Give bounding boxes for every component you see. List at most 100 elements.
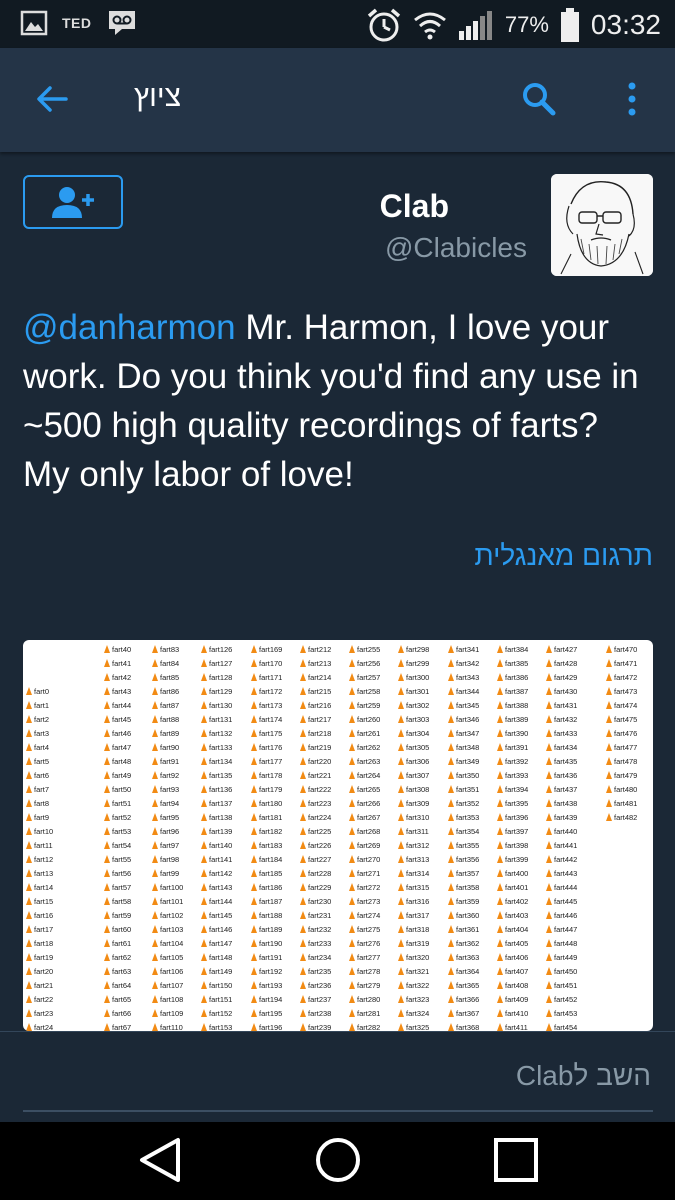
file-item: fart126 (201, 642, 232, 656)
vlc-cone-icon (497, 981, 503, 989)
file-name: fart179 (259, 784, 283, 794)
file-item: fart399 (497, 852, 528, 866)
vlc-cone-icon (300, 855, 306, 863)
file-item: fart61 (104, 936, 131, 950)
file-item: fart192 (251, 964, 282, 978)
file-name: fart277 (357, 952, 381, 962)
avatar[interactable] (551, 174, 653, 276)
file-name: fart430 (554, 686, 578, 696)
tweet-media-image[interactable]: fart0 fart1 fart2 fart3 fart4 fart5 fart6 fart7… (23, 640, 653, 1031)
file-item: fart213 (300, 656, 331, 670)
file-name: fart85 (160, 672, 180, 682)
vlc-cone-icon (251, 701, 257, 709)
file-name: fart453 (554, 1008, 578, 1018)
reply-input[interactable]: השב לClab (516, 1060, 651, 1092)
file-item: fart325 (398, 1020, 429, 1031)
file-name: fart196 (259, 1022, 283, 1032)
back-triangle-icon[interactable] (138, 1136, 182, 1184)
vlc-cone-icon (546, 911, 552, 919)
vlc-cone-icon (448, 1023, 454, 1031)
file-item: fart190 (251, 936, 282, 950)
file-name: fart431 (554, 700, 578, 710)
vlc-cone-icon (546, 743, 552, 751)
vlc-cone-icon (152, 911, 158, 919)
file-item: fart43 (104, 684, 131, 698)
vlc-cone-icon (546, 939, 552, 947)
file-name: fart265 (357, 784, 381, 794)
vlc-cone-icon (349, 701, 355, 709)
file-name: fart57 (112, 882, 132, 892)
file-item: fart181 (251, 810, 282, 824)
vlc-cone-icon (448, 757, 454, 765)
vlc-cone-icon (497, 967, 503, 975)
file-name: fart192 (259, 966, 283, 976)
file-item: fart258 (349, 684, 380, 698)
file-name: fart438 (554, 798, 578, 808)
vlc-cone-icon (606, 701, 612, 709)
file-name: fart50 (112, 784, 132, 794)
vlc-cone-icon (448, 967, 454, 975)
mention-link[interactable]: @danharmon (23, 308, 236, 347)
vlc-cone-icon (606, 687, 612, 695)
vlc-cone-icon (300, 743, 306, 751)
vlc-cone-icon (300, 883, 306, 891)
file-name: fart178 (259, 770, 283, 780)
file-item: fart351 (448, 782, 479, 796)
vlc-cone-icon (152, 869, 158, 877)
overflow-menu-icon[interactable] (624, 80, 640, 118)
vlc-cone-icon (104, 687, 110, 695)
file-name: fart187 (259, 896, 283, 906)
vlc-cone-icon (104, 939, 110, 947)
file-item: fart444 (546, 880, 577, 894)
home-circle-icon[interactable] (314, 1136, 362, 1184)
file-item: fart476 (606, 726, 637, 740)
vlc-cone-icon (251, 1009, 257, 1017)
file-name: fart63 (112, 966, 132, 976)
vlc-cone-icon (497, 771, 503, 779)
file-name: fart183 (259, 840, 283, 850)
author-name[interactable]: Clab (380, 188, 449, 225)
file-item: fart396 (497, 810, 528, 824)
back-arrow-icon[interactable] (34, 81, 70, 117)
translate-link[interactable]: תרגום מאנגלית (474, 540, 653, 572)
file-item: fart110 (152, 1020, 183, 1031)
author-handle[interactable]: @Clabicles (385, 232, 527, 264)
battery-percent: 77% (504, 12, 549, 37)
file-name: fart47 (112, 742, 132, 752)
file-name: fart306 (406, 756, 430, 766)
file-name: fart440 (554, 826, 578, 836)
file-name: fart389 (505, 714, 529, 724)
follow-button[interactable] (23, 175, 123, 229)
file-name: fart262 (357, 742, 381, 752)
vlc-cone-icon (104, 799, 110, 807)
file-name: fart238 (308, 1008, 332, 1018)
recents-square-icon[interactable] (492, 1136, 540, 1184)
file-item: fart226 (300, 838, 331, 852)
file-name: fart267 (357, 812, 381, 822)
file-item: fart176 (251, 740, 282, 754)
file-item: fart90 (152, 740, 179, 754)
file-item: fart174 (251, 712, 282, 726)
search-icon[interactable] (520, 80, 558, 118)
vlc-cone-icon (152, 701, 158, 709)
file-item: fart478 (606, 754, 637, 768)
file-name: fart45 (112, 714, 132, 724)
vlc-cone-icon (448, 785, 454, 793)
file-item: fart18 (26, 936, 53, 950)
file-item: fart393 (497, 768, 528, 782)
vlc-cone-icon (497, 659, 503, 667)
file-name: fart143 (209, 882, 233, 892)
file-item: fart280 (349, 992, 380, 1006)
file-item: fart141 (201, 852, 232, 866)
vlc-cone-icon (398, 701, 404, 709)
file-item: fart411 (497, 1020, 528, 1031)
vlc-cone-icon (398, 687, 404, 695)
file-name: fart237 (308, 994, 332, 1004)
file-item: fart481 (606, 796, 637, 810)
vlc-cone-icon (349, 995, 355, 1003)
file-name: fart276 (357, 938, 381, 948)
file-name: fart275 (357, 924, 381, 934)
file-name: fart304 (406, 728, 430, 738)
file-name: fart171 (259, 672, 283, 682)
file-item: fart0 (26, 684, 49, 698)
